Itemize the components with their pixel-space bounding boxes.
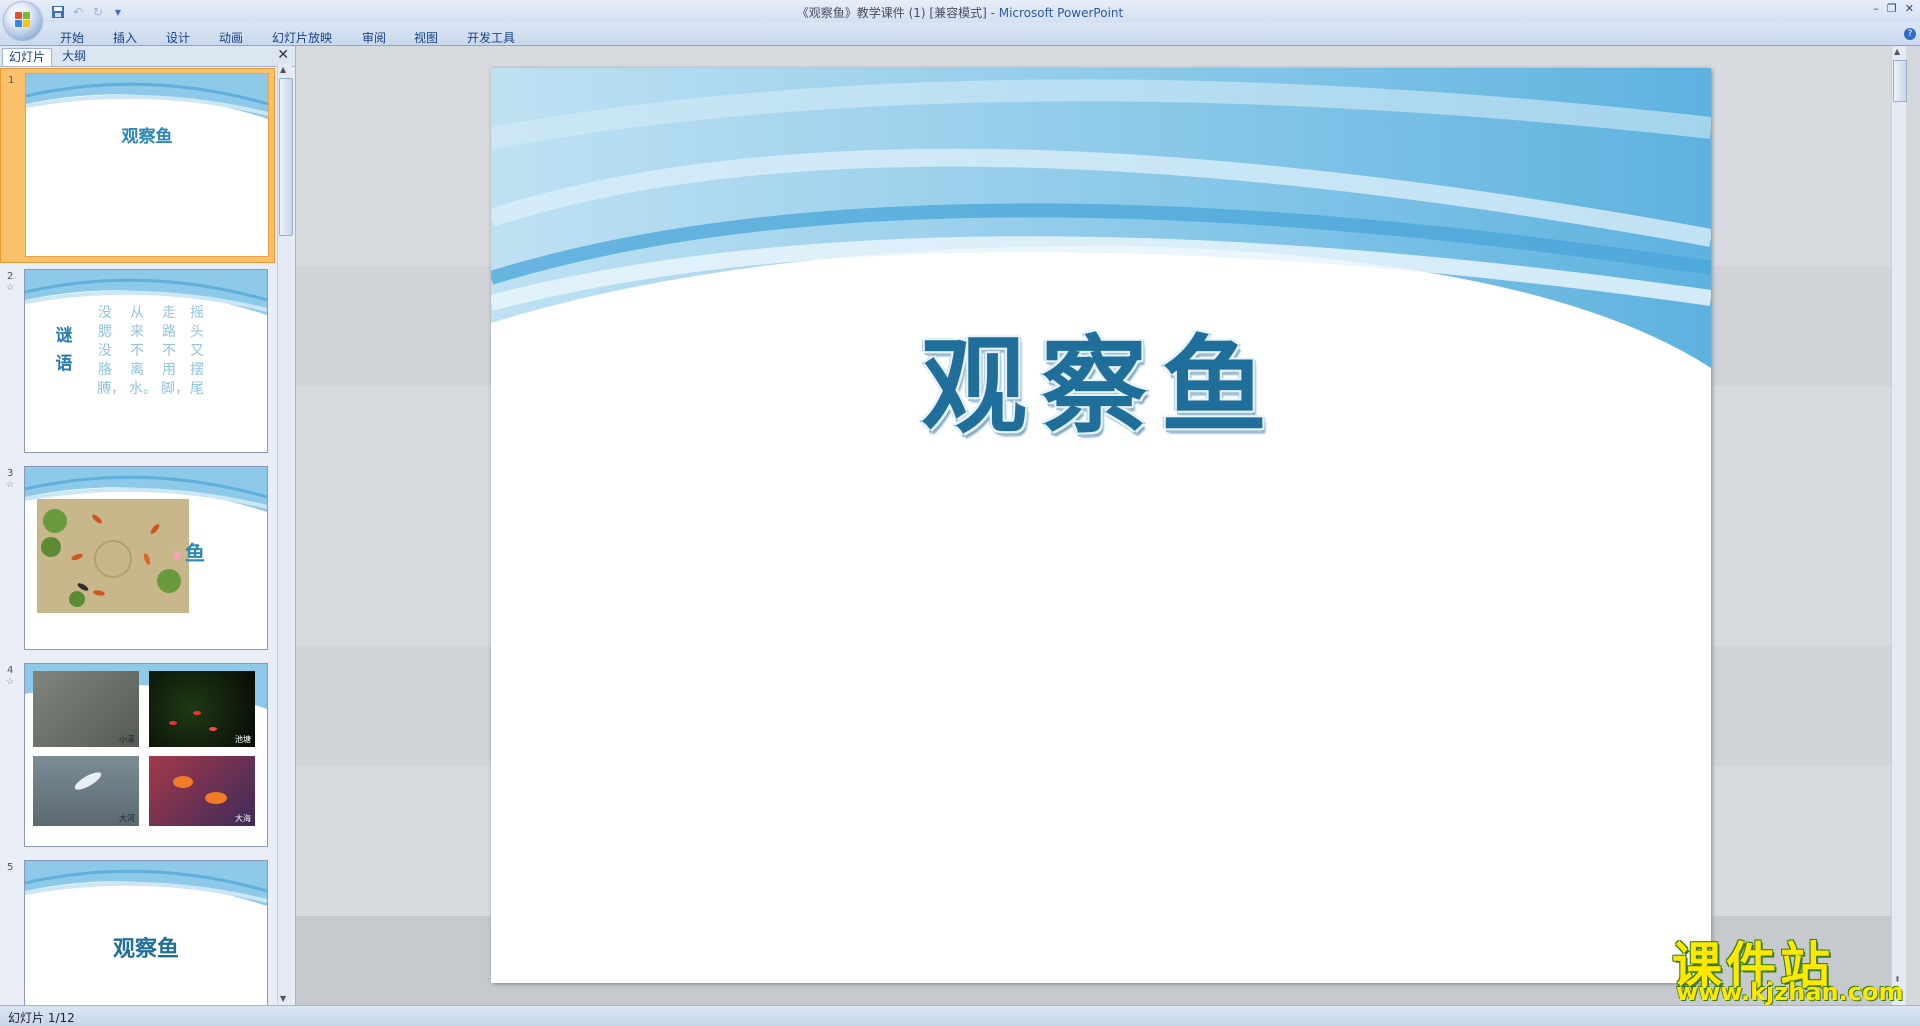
slide-thumbnail-5[interactable]: 5 观察鱼 xyxy=(0,856,273,1006)
slide-number: 5 xyxy=(7,862,14,873)
tab-design[interactable]: 设计 xyxy=(166,29,190,46)
thumb-canvas: 谜语 没腮没胳膊， 从来不离水。 走路不用脚， 摇头又摆尾 xyxy=(24,269,268,453)
tab-slides[interactable]: 幻灯片 xyxy=(2,48,53,66)
slide-number: 2 xyxy=(7,271,14,282)
tab-developer[interactable]: 开发工具 xyxy=(467,29,515,46)
animation-star-icon: ☆ xyxy=(6,677,15,687)
scroll-up-icon[interactable]: ▲ xyxy=(1894,47,1900,56)
slide-number: 1 xyxy=(8,75,15,86)
restore-button[interactable]: ❐ xyxy=(1887,2,1897,15)
slide-position: 幻灯片 1/12 xyxy=(8,1011,75,1025)
tab-outline[interactable]: 大纲 xyxy=(56,48,92,65)
office-logo-icon xyxy=(15,12,31,28)
close-panel-icon[interactable]: ✕ xyxy=(277,47,289,63)
slides-panel: 幻灯片 大纲 ✕ 1 观察鱼 2 ☆ 谜语 没腮没胳膊， 从来不离水。 走路不用… xyxy=(0,46,296,1006)
riddle-line-3: 走路不用脚， xyxy=(161,305,189,397)
main-scrollbar[interactable]: ▲ ⇞ ⇟ xyxy=(1891,46,1907,1006)
tab-animation[interactable]: 动画 xyxy=(219,29,243,46)
thumb-title: 观察鱼 xyxy=(121,127,173,147)
pond-photo: 池塘 xyxy=(149,671,255,747)
status-bar: 幻灯片 1/12 xyxy=(0,1005,1920,1026)
window-controls: – ❐ ✕ xyxy=(1873,2,1914,15)
riddle-line-2: 从来不离水。 xyxy=(129,305,157,397)
thumb-canvas: 观察鱼 xyxy=(24,860,268,1006)
office-button[interactable] xyxy=(4,2,42,40)
koi-pond-image xyxy=(37,499,189,613)
tab-view[interactable]: 视图 xyxy=(414,29,438,46)
sea-photo: 大海 xyxy=(149,756,255,826)
riddle-line-4: 摇头又摆尾 xyxy=(190,305,204,397)
thumb-title: 观察鱼 xyxy=(112,936,179,962)
slide-number: 3 xyxy=(7,468,14,479)
slide-thumbnail-2[interactable]: 2 ☆ 谜语 没腮没胳膊， 从来不离水。 走路不用脚， 摇头又摆尾 xyxy=(0,265,273,458)
tab-review[interactable]: 审阅 xyxy=(362,29,386,46)
scroll-up-icon[interactable]: ▲ xyxy=(280,65,286,74)
thumb-canvas: 观察鱼 xyxy=(25,73,269,257)
scroll-down-icon[interactable]: ▼ xyxy=(280,994,286,1003)
animation-star-icon: ☆ xyxy=(6,480,15,490)
river-photo: 大河 xyxy=(33,756,139,826)
main-scroll-thumb[interactable] xyxy=(1893,60,1907,102)
slide-thumbnails: 1 观察鱼 2 ☆ 谜语 没腮没胳膊， 从来不离水。 走路不用脚， 摇头又摆尾 … xyxy=(0,68,275,1006)
watermark-url: www.kjzhan.com xyxy=(1676,978,1904,1006)
tab-insert[interactable]: 插入 xyxy=(113,29,137,46)
title-bar: ↶ ↻ ▼ 《观察鱼》教学课件 (1) [兼容模式] - Microsoft P… xyxy=(0,0,1920,23)
help-icon[interactable]: ? xyxy=(1904,28,1916,40)
tab-slideshow[interactable]: 幻灯片放映 xyxy=(272,29,332,46)
watermark-logo: 课件站 www.kjzhan.com xyxy=(1668,926,1908,1006)
slide-thumbnail-1[interactable]: 1 观察鱼 xyxy=(0,68,275,263)
slide-title[interactable]: 观察鱼 xyxy=(491,300,1711,454)
slide-canvas-area: 观察鱼 ▲ ⇞ ⇟ xyxy=(296,46,1907,1006)
stream-photo: 小溪 xyxy=(33,671,139,747)
slide-thumbnail-3[interactable]: 3 ☆ 鱼 xyxy=(0,462,273,655)
minimize-button[interactable]: – xyxy=(1873,2,1879,15)
panel-tabs: 幻灯片 大纲 ✕ xyxy=(0,46,295,67)
wave-decoration xyxy=(25,270,267,315)
wave-decoration xyxy=(25,861,267,906)
slide-number: 4 xyxy=(7,665,14,676)
tab-home[interactable]: 开始 xyxy=(60,29,84,46)
riddle-title: 谜语 xyxy=(55,326,73,374)
ribbon-tabs: 开始 插入 设计 动画 幻灯片放映 审阅 视图 开发工具 ? xyxy=(0,23,1920,46)
thumb-title: 鱼 xyxy=(185,541,205,565)
current-slide[interactable]: 观察鱼 xyxy=(491,68,1711,983)
thumb-canvas: 鱼 xyxy=(24,466,268,650)
animation-star-icon: ☆ xyxy=(6,283,15,293)
riddle-line-1: 没腮没胳膊， xyxy=(97,305,125,397)
slide-thumbnail-4[interactable]: 4 ☆ 小溪 池塘 大河 大海 xyxy=(0,659,273,852)
close-button[interactable]: ✕ xyxy=(1905,2,1914,15)
window-title: 《观察鱼》教学课件 (1) [兼容模式] - Microsoft PowerPo… xyxy=(796,6,1124,20)
panel-scrollbar[interactable]: ▲ ▼ xyxy=(277,64,293,1004)
panel-scroll-thumb[interactable] xyxy=(279,78,293,236)
thumb-canvas: 小溪 池塘 大河 大海 xyxy=(24,663,268,847)
